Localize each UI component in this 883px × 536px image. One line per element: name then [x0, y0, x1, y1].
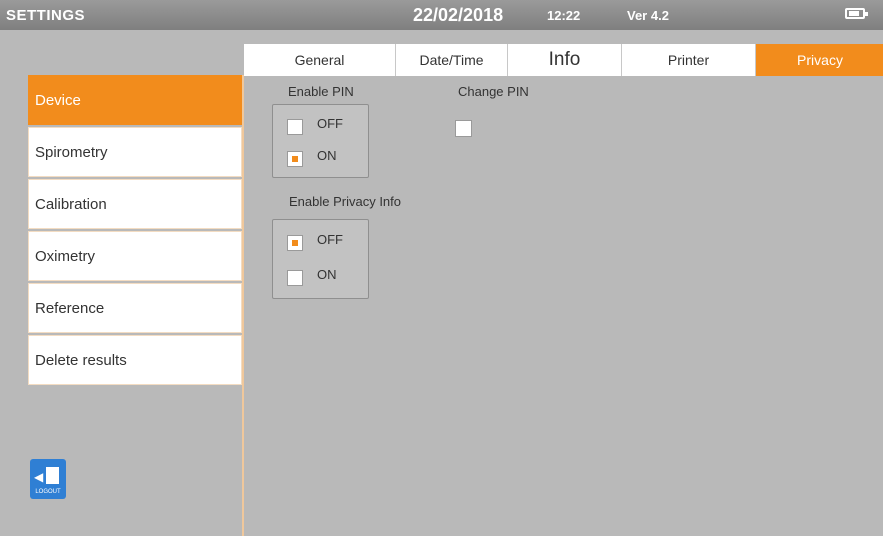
sidebar-item-oximetry[interactable]: Oximetry — [28, 231, 242, 281]
tab-printer[interactable]: Printer — [622, 44, 756, 76]
arrow-left-icon: ◀ — [34, 470, 44, 484]
settings-tabs: General Date/Time Info Printer Privacy — [244, 44, 883, 76]
enable-pin-label: Enable PIN — [288, 84, 354, 99]
change-pin-label: Change PIN — [458, 84, 529, 99]
privacy-info-off-checkbox[interactable] — [287, 235, 303, 251]
tab-date-time[interactable]: Date/Time — [396, 44, 508, 76]
sidebar-item-reference[interactable]: Reference — [28, 283, 242, 333]
enable-pin-group: OFF ON — [272, 104, 369, 178]
sidebar-item-calibration[interactable]: Calibration — [28, 179, 242, 229]
sidebar-item-delete-results[interactable]: Delete results — [28, 335, 242, 385]
enable-privacy-info-group: OFF ON — [272, 219, 369, 299]
sidebar-item-device[interactable]: Device — [28, 75, 242, 125]
exit-door-icon — [46, 467, 59, 484]
battery-icon — [845, 8, 868, 19]
enable-pin-off-label: OFF — [317, 116, 343, 131]
tab-general[interactable]: General — [244, 44, 396, 76]
sidebar-item-spirometry[interactable]: Spirometry — [28, 127, 242, 177]
exit-button[interactable]: ◀ LOGOUT — [30, 459, 66, 499]
enable-pin-on-checkbox[interactable] — [287, 151, 303, 167]
version-display: Ver 4.2 — [627, 8, 669, 23]
privacy-info-on-label: ON — [317, 267, 337, 282]
exit-button-caption: LOGOUT — [35, 489, 61, 495]
tab-info[interactable]: Info — [508, 44, 622, 76]
enable-pin-on-label: ON — [317, 148, 337, 163]
sidebar: Device Spirometry Calibration Oximetry R… — [28, 75, 244, 385]
privacy-info-on-checkbox[interactable] — [287, 270, 303, 286]
screen-title: SETTINGS — [6, 7, 86, 24]
change-pin-checkbox[interactable] — [455, 120, 472, 137]
time-display: 12:22 — [547, 8, 581, 23]
tab-privacy[interactable]: Privacy — [756, 44, 883, 76]
privacy-info-off-label: OFF — [317, 232, 343, 247]
date-display: 22/02/2018 — [413, 5, 504, 25]
top-status-bar: SETTINGS 22/02/2018 12:22 Ver 4.2 — [0, 0, 883, 30]
enable-pin-off-checkbox[interactable] — [287, 119, 303, 135]
enable-privacy-info-label: Enable Privacy Info — [289, 194, 402, 209]
